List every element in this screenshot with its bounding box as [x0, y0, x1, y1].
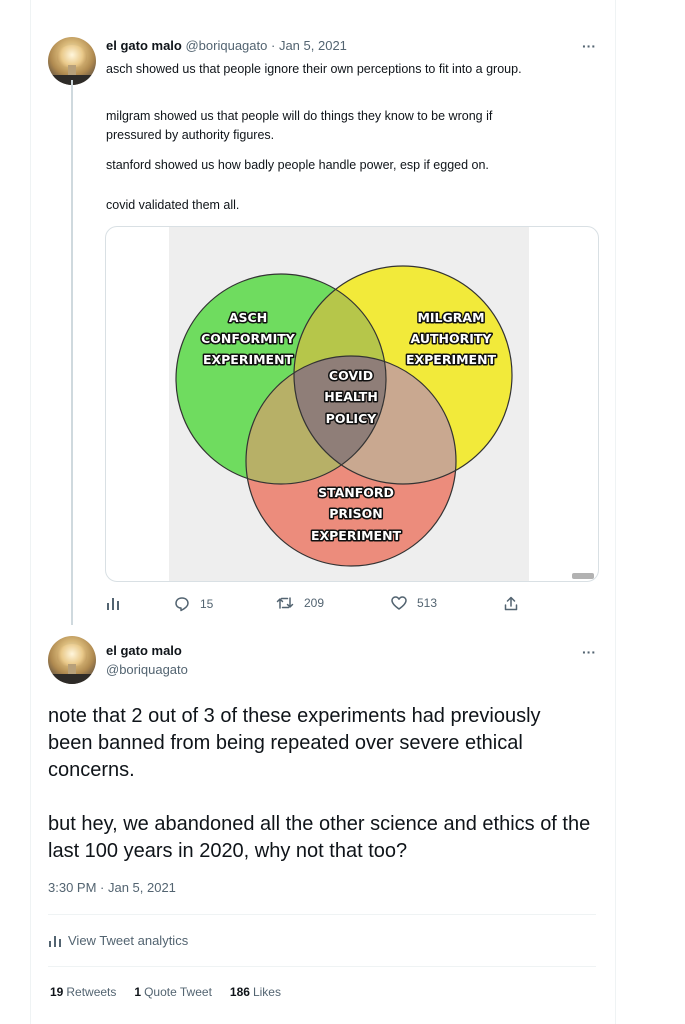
quote-tweets-stat[interactable]: 1 Quote Tweet	[134, 985, 212, 999]
tweet-text-line: covid validated them all.	[106, 198, 240, 212]
tweet-date[interactable]: Jan 5, 2021	[279, 38, 347, 53]
reply-count: 15	[200, 597, 214, 611]
watermark	[572, 573, 594, 579]
divider	[48, 914, 596, 915]
asch-label-line: CONFORMITY	[201, 331, 296, 346]
tweet-timestamp[interactable]: 3:30 PM · Jan 5, 2021	[48, 880, 176, 895]
separator: ·	[270, 38, 276, 53]
heart-icon	[391, 596, 407, 610]
retweets-label: Retweets	[66, 985, 117, 999]
asch-label-line: EXPERIMENT	[203, 352, 294, 367]
retweet-icon	[276, 597, 294, 609]
analytics-label: View Tweet analytics	[68, 933, 189, 948]
handle[interactable]: @boriquagato	[106, 662, 188, 677]
retweet-button[interactable]: 209	[276, 596, 324, 610]
center-label-line: POLICY	[326, 411, 378, 426]
like-count: 513	[417, 596, 438, 610]
quote-tweets-label: Quote Tweet	[144, 985, 212, 999]
stanford-label-line: EXPERIMENT	[311, 528, 402, 543]
view-analytics-link[interactable]: View Tweet analytics	[48, 933, 188, 948]
analytics-button[interactable]	[106, 596, 120, 610]
venn-diagram: ASCH CONFORMITY EXPERIMENT MILGRAM AUTHO…	[175, 265, 513, 567]
reply-button[interactable]: 15	[174, 596, 213, 612]
display-name[interactable]: el gato malo	[106, 643, 182, 658]
reply-icon	[175, 597, 189, 612]
tweet-media-image[interactable]: ASCH CONFORMITY EXPERIMENT MILGRAM AUTHO…	[105, 226, 599, 582]
tweet-header: el gato malo @boriquagato · Jan 5, 2021	[106, 38, 347, 53]
likes-label: Likes	[252, 985, 281, 999]
divider	[48, 966, 596, 967]
tweet-stats: 19 Retweets 1 Quote Tweet 186 Likes	[50, 985, 281, 999]
tweet-text-line: stanford showed us how badly people hand…	[106, 158, 489, 172]
stanford-label-line: PRISON	[329, 506, 383, 521]
stanford-label-line: STANFORD	[318, 485, 394, 500]
share-icon	[504, 596, 518, 611]
like-button[interactable]: 513	[391, 596, 437, 610]
retweets-stat[interactable]: 19 Retweets	[50, 985, 116, 999]
tweet-text-line: milgram showed us that people will do th…	[106, 109, 493, 142]
tweet-actions: 15 209 513	[106, 596, 526, 616]
milgram-label-line: MILGRAM	[417, 310, 484, 325]
retweets-count: 19	[50, 985, 64, 999]
likes-stat[interactable]: 186 Likes	[230, 985, 281, 999]
more-options-icon[interactable]: ···	[582, 38, 596, 54]
tweet-text-line: asch showed us that people ignore their …	[106, 62, 522, 76]
milgram-label-line: EXPERIMENT	[406, 352, 497, 367]
retweet-count: 209	[304, 596, 325, 610]
avatar[interactable]	[48, 636, 96, 684]
thread-connector-line	[71, 80, 73, 625]
avatar[interactable]	[48, 37, 96, 85]
milgram-label-line: AUTHORITY	[411, 331, 493, 346]
center-label-line: HEALTH	[324, 389, 378, 404]
handle[interactable]: @boriquagato	[185, 38, 267, 53]
quote-tweets-count: 1	[134, 985, 142, 999]
more-options-icon[interactable]: ···	[582, 644, 596, 660]
asch-label-line: ASCH	[229, 310, 267, 325]
tweet-text-paragraph: note that 2 out of 3 of these experiment…	[48, 705, 541, 781]
likes-count: 186	[229, 985, 250, 999]
share-button[interactable]	[504, 596, 518, 611]
bar-chart-icon	[49, 935, 61, 947]
tweet-text-paragraph: but hey, we abandoned all the other scie…	[48, 813, 591, 862]
display-name[interactable]: el gato malo	[106, 38, 182, 53]
bar-chart-icon	[107, 598, 119, 610]
center-label-line: COVID	[329, 368, 373, 383]
